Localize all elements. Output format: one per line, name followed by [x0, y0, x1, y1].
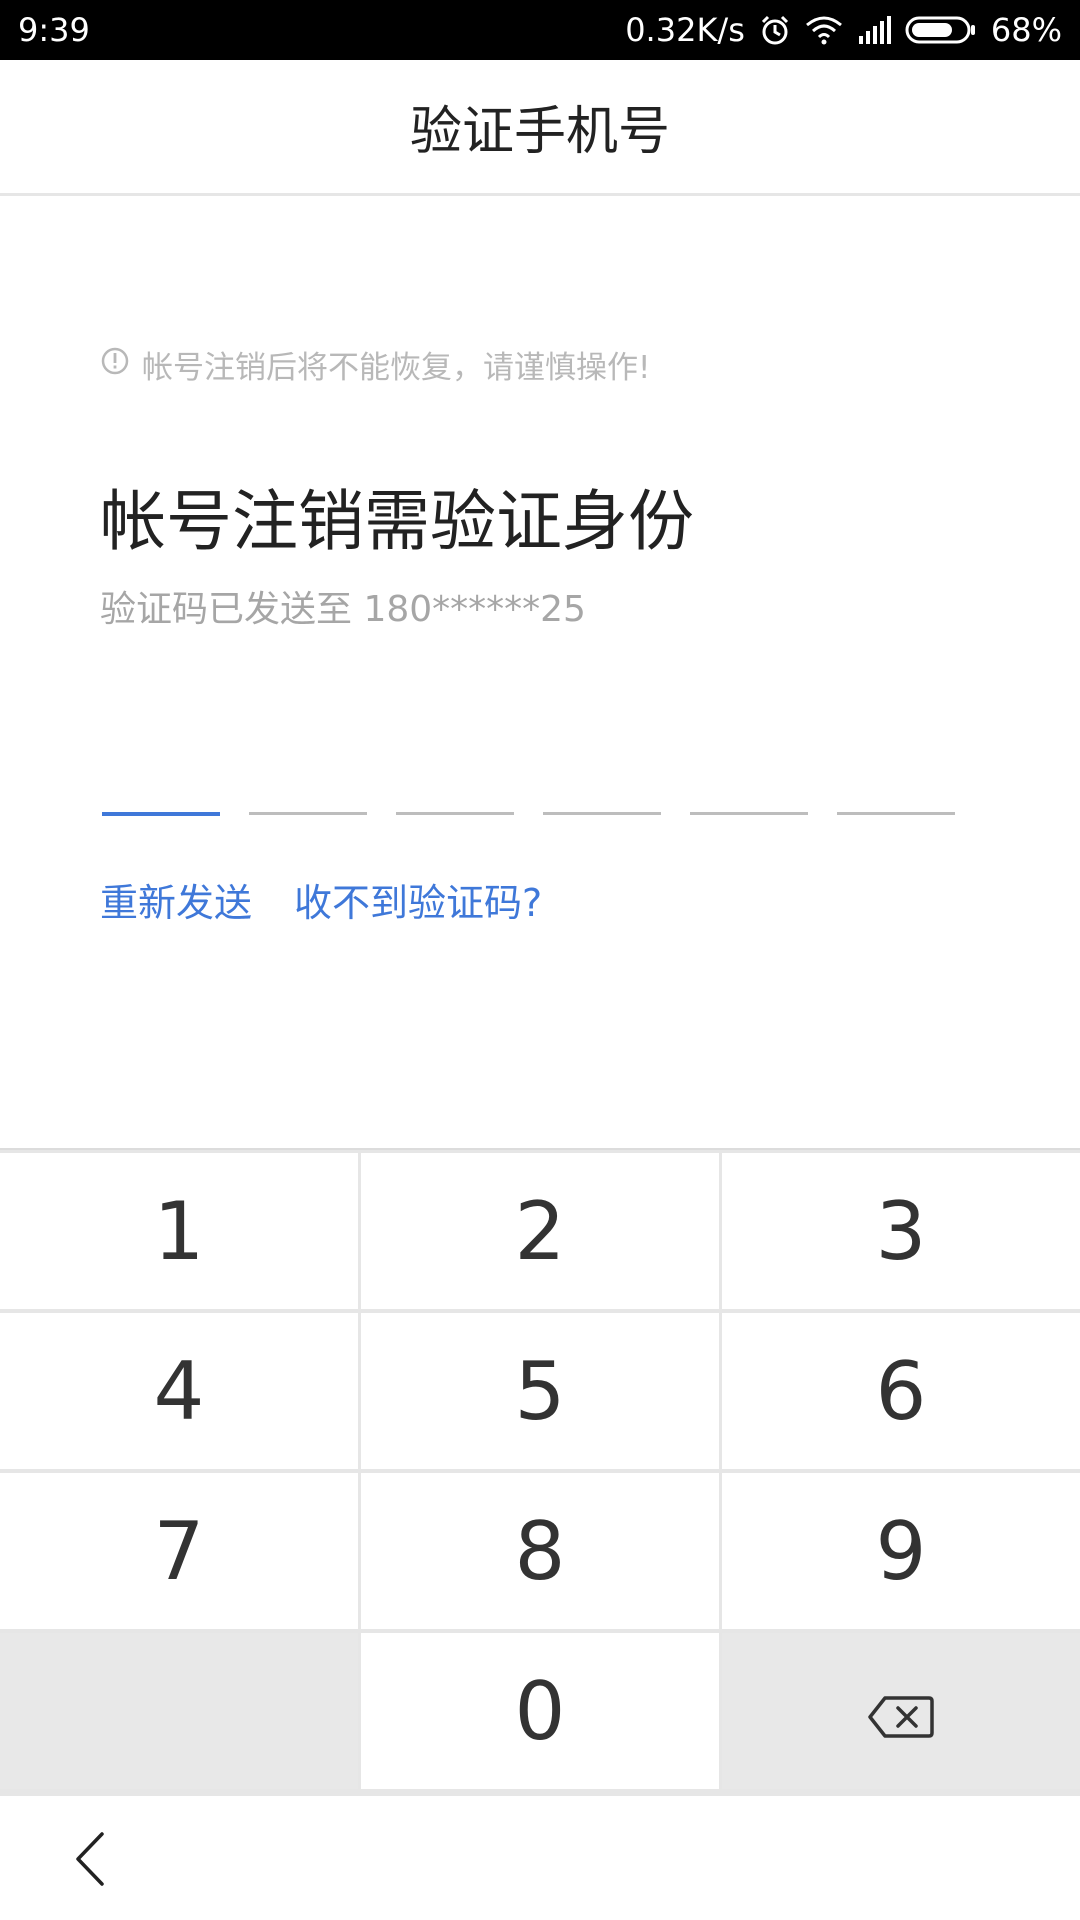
warning-notice: 帐号注销后将不能恢复，请谨慎操作!	[100, 342, 650, 387]
numeric-keypad: 1 2 3 4 5 6 7 8 9 0	[0, 1148, 1080, 1796]
status-right: 0.32K/s 68%	[625, 11, 1062, 49]
code-slot-3[interactable]	[396, 812, 514, 815]
battery-icon	[905, 15, 977, 45]
key-0[interactable]: 0	[361, 1633, 719, 1789]
code-slot-5[interactable]	[690, 812, 808, 815]
back-button[interactable]	[60, 1826, 120, 1896]
header: 验证手机号	[0, 60, 1080, 196]
wifi-icon	[805, 15, 843, 45]
code-slot-2[interactable]	[249, 812, 367, 815]
code-slot-4[interactable]	[543, 812, 661, 815]
key-7[interactable]: 7	[0, 1473, 358, 1629]
code-sent-text: 验证码已发送至 180******25	[100, 589, 586, 630]
key-8[interactable]: 8	[361, 1473, 719, 1629]
section-heading: 帐号注销需验证身份	[100, 483, 694, 560]
backspace-icon	[867, 1665, 935, 1758]
status-bar: 9:39 0.32K/s 68%	[0, 0, 1080, 60]
key-4[interactable]: 4	[0, 1313, 358, 1469]
chevron-left-icon	[72, 1831, 108, 1891]
alarm-icon	[759, 14, 791, 46]
warning-text: 帐号注销后将不能恢复，请谨慎操作!	[142, 350, 651, 386]
resend-link[interactable]: 重新发送	[100, 872, 252, 927]
key-1[interactable]: 1	[0, 1153, 358, 1309]
backspace-button[interactable]	[722, 1633, 1080, 1789]
status-time: 9:39	[18, 11, 90, 49]
info-circle-icon	[100, 346, 130, 384]
key-2[interactable]: 2	[361, 1153, 719, 1309]
key-blank	[0, 1633, 358, 1789]
code-slot-6[interactable]	[837, 812, 955, 815]
bottom-nav-bar	[0, 1796, 1080, 1920]
key-3[interactable]: 3	[722, 1153, 1080, 1309]
signal-icon	[857, 16, 891, 44]
code-slot-1[interactable]	[102, 812, 220, 816]
key-9[interactable]: 9	[722, 1473, 1080, 1629]
verification-code-input[interactable]	[102, 812, 955, 816]
code-actions: 重新发送 收不到验证码?	[100, 872, 542, 927]
no-code-link[interactable]: 收不到验证码?	[294, 872, 542, 927]
key-6[interactable]: 6	[722, 1313, 1080, 1469]
battery-percent: 68%	[990, 11, 1062, 49]
key-5[interactable]: 5	[361, 1313, 719, 1469]
page-title: 验证手机号	[409, 102, 670, 162]
network-speed: 0.32K/s	[625, 11, 745, 49]
